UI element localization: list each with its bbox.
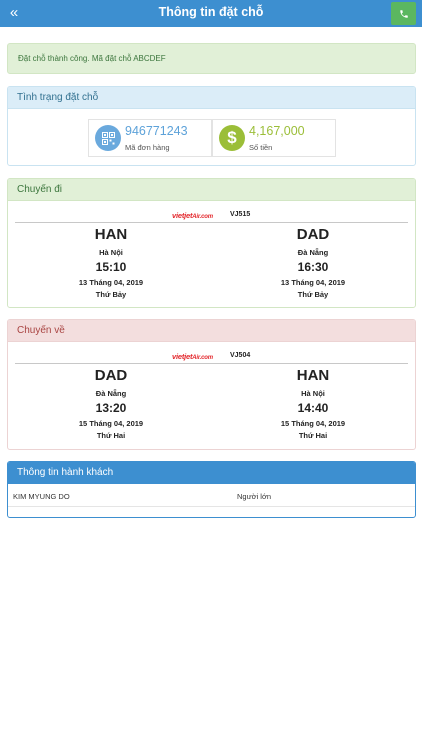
- return-panel: Chuyến về vietjetAir.com VJ504 DAD Đà Nẵ…: [7, 319, 416, 450]
- city-name: Đà Nẵng: [95, 389, 127, 398]
- city-name: Đà Nẵng: [297, 248, 329, 257]
- amount-label: Số tiền: [249, 143, 273, 152]
- airport-code: DAD: [94, 367, 128, 384]
- amount-value: 4,167,000: [249, 124, 305, 138]
- weekday: Thứ Bảy: [297, 290, 329, 299]
- departure-origin: HAN Hà Nội 15:10 13 Tháng 04, 2019 Thứ B…: [51, 226, 171, 300]
- passenger-type: Người lớn: [237, 492, 272, 501]
- dollar-icon: $: [219, 125, 245, 151]
- flight-date: 15 Tháng 04, 2019: [280, 419, 346, 428]
- qr-code-icon: [95, 125, 121, 151]
- order-number-label: Mã đơn hàng: [125, 143, 170, 152]
- weekday: Thứ Hai: [96, 431, 126, 440]
- call-button[interactable]: [391, 2, 416, 25]
- return-title: Chuyến về: [8, 320, 415, 342]
- divider: [15, 222, 408, 223]
- weekday: Thứ Hai: [298, 431, 328, 440]
- departure-destination: DAD Đà Nẵng 16:30 13 Tháng 04, 2019 Thứ …: [253, 226, 373, 300]
- order-number-box: 946771243 Mã đơn hàng: [88, 119, 212, 157]
- booking-status-title: Tình trạng đặt chỗ: [8, 87, 415, 109]
- departure-panel: Chuyến đi vietjetAir.com VJ515 HAN Hà Nộ…: [7, 178, 416, 308]
- order-number: 946771243: [125, 124, 188, 138]
- city-name: Hà Nội: [99, 248, 123, 257]
- return-origin: DAD Đà Nẵng 13:20 15 Tháng 04, 2019 Thứ …: [51, 367, 171, 441]
- flight-time: 15:10: [95, 260, 127, 274]
- passenger-panel: Thông tin hành khách KIM MYUNG DO Người …: [7, 461, 416, 518]
- flight-time: 16:30: [297, 260, 329, 274]
- passenger-row: KIM MYUNG DO Người lớn: [8, 489, 415, 507]
- departure-airline-row: vietjetAir.com VJ515: [8, 209, 415, 223]
- city-name: Hà Nội: [301, 389, 325, 398]
- airport-code: HAN: [94, 226, 128, 243]
- return-airline-row: vietjetAir.com VJ504: [8, 350, 415, 364]
- booking-status-panel: Tình trạng đặt chỗ 946771243 Mã đơn hàng…: [7, 86, 416, 166]
- flight-date: 15 Tháng 04, 2019: [78, 419, 144, 428]
- page-title: Thông tin đặt chỗ: [158, 5, 264, 19]
- phone-icon: [399, 9, 408, 18]
- departure-title: Chuyến đi: [8, 179, 415, 201]
- return-flight-number: VJ504: [230, 352, 251, 359]
- airport-code: HAN: [296, 367, 330, 384]
- airport-code: DAD: [296, 226, 330, 243]
- divider: [15, 363, 408, 364]
- departure-flight-number: VJ515: [230, 211, 251, 218]
- success-alert: Đặt chỗ thành công. Mã đặt chỗ ABCDEF: [7, 43, 416, 74]
- return-destination: HAN Hà Nội 14:40 15 Tháng 04, 2019 Thứ H…: [253, 367, 373, 441]
- vietjet-logo: vietjetAir.com: [172, 211, 213, 220]
- amount-box: $ 4,167,000 Số tiền: [212, 119, 336, 157]
- top-bar: « Thông tin đặt chỗ: [0, 0, 422, 27]
- passenger-name: KIM MYUNG DO: [13, 492, 70, 501]
- passenger-title: Thông tin hành khách: [8, 462, 415, 484]
- flight-time: 13:20: [95, 401, 127, 415]
- weekday: Thứ Bảy: [95, 290, 127, 299]
- flight-date: 13 Tháng 04, 2019: [78, 278, 144, 287]
- flight-time: 14:40: [297, 401, 329, 415]
- flight-date: 13 Tháng 04, 2019: [280, 278, 346, 287]
- vietjet-logo: vietjetAir.com: [172, 352, 213, 361]
